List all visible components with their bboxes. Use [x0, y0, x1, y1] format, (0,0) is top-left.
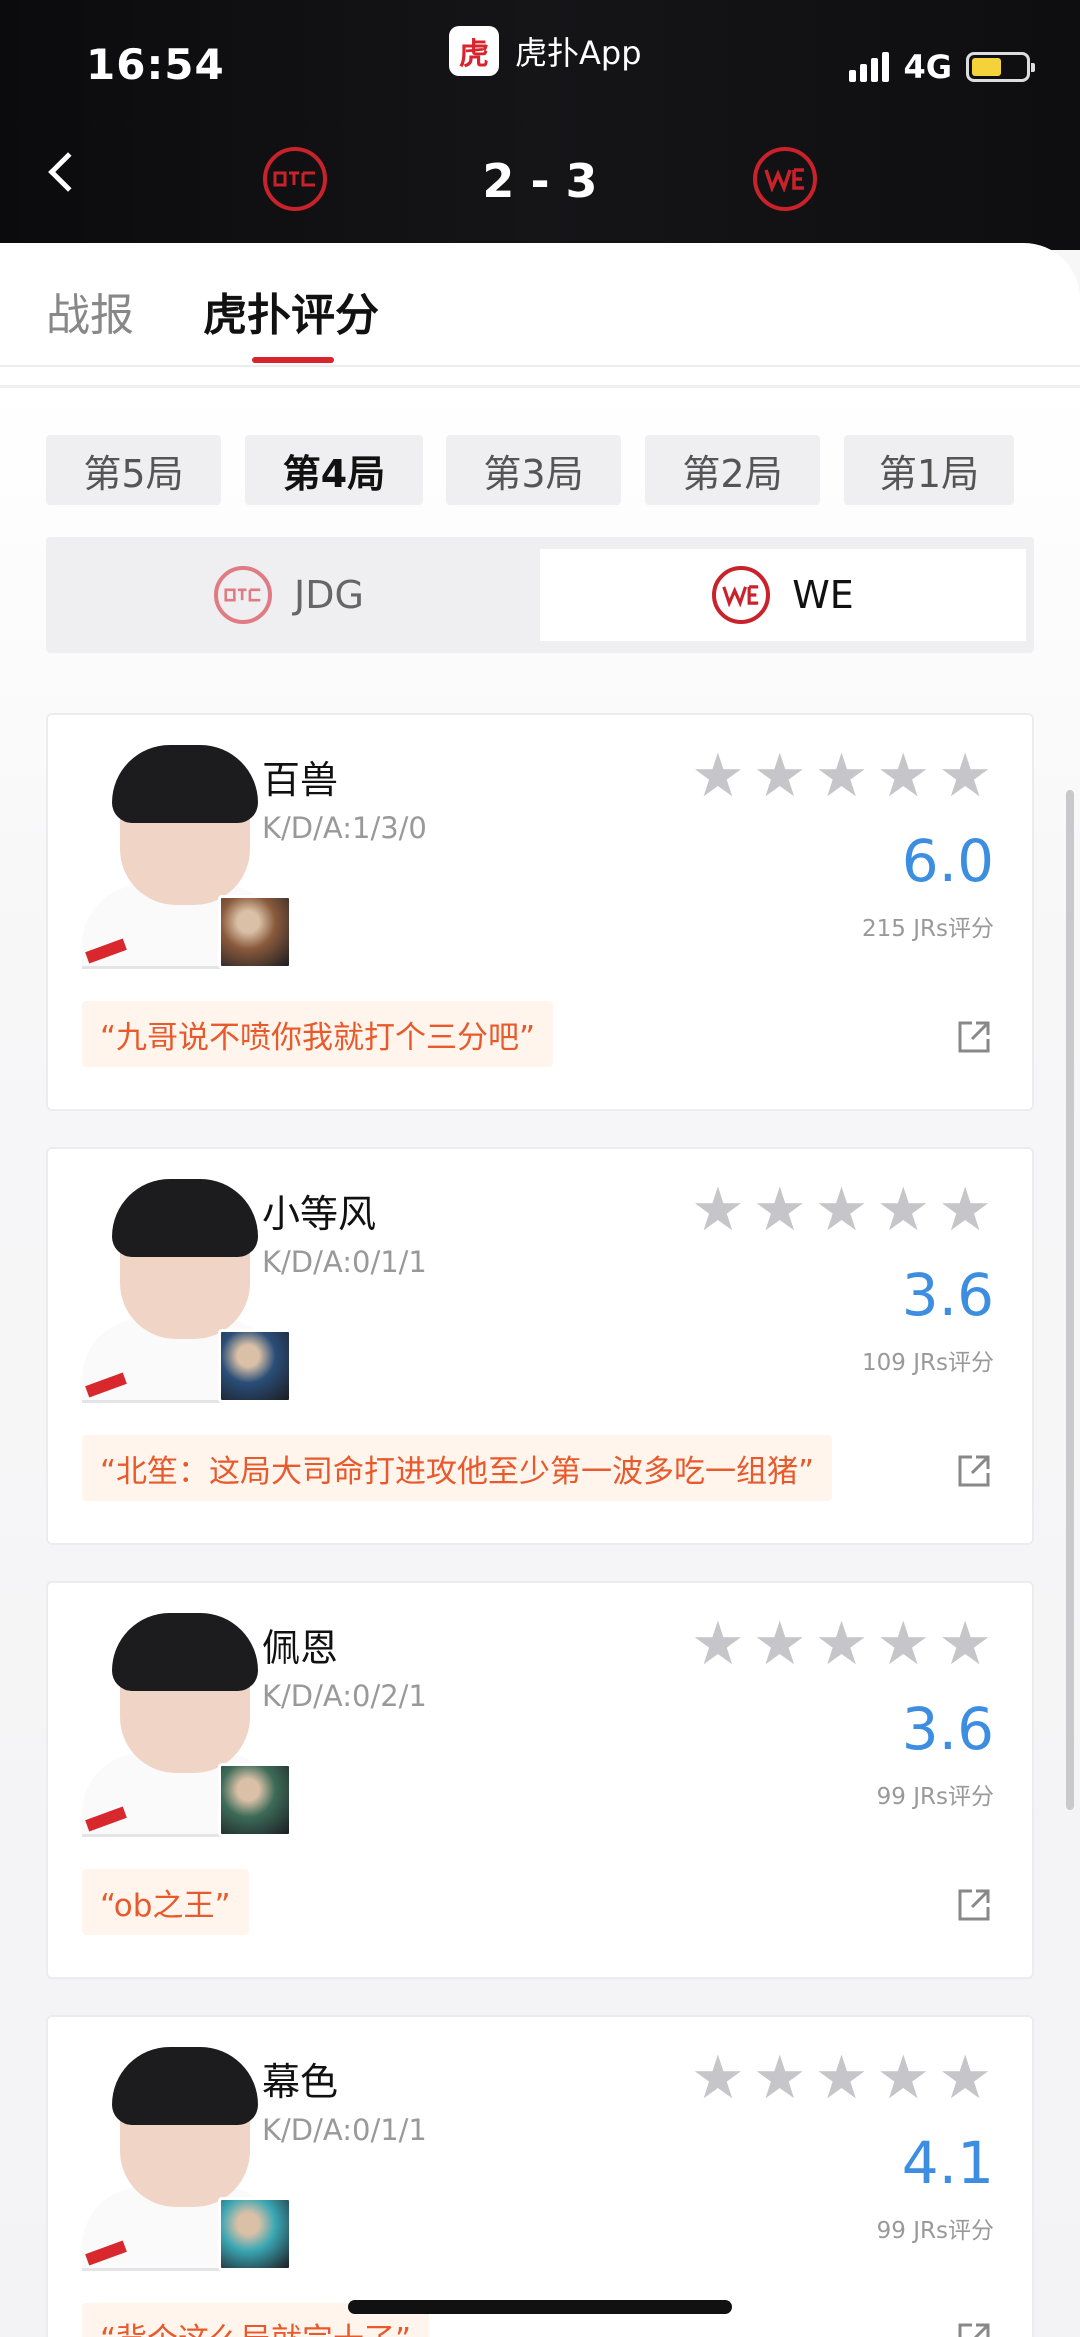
tab-report[interactable]: 战报 — [46, 279, 134, 343]
vote-count: 99 JRs评分 — [876, 2218, 994, 2244]
game-tab-1[interactable]: 第1局 — [844, 435, 1014, 505]
rating-stars[interactable]: ★ ★ ★ ★ ★ — [691, 1614, 992, 1674]
rating-stars[interactable]: ★ ★ ★ ★ ★ — [691, 746, 992, 806]
player-card-3[interactable]: 佩恩 K/D/A:0/2/1 ★ ★ ★ ★ ★ 3.6 99 JRs评分 “ob之王” — [46, 1581, 1034, 1979]
hupu-logo-icon: 虎 — [449, 26, 499, 76]
main-tabs: 战报 虎扑评分 — [0, 243, 1080, 367]
player-name: 佩恩 — [262, 1626, 339, 1670]
top-comment[interactable]: “北笙：这局大司命打进攻他至少第一波多吃一组猪” — [82, 1435, 833, 1501]
game-tab-4[interactable]: 第4局 — [245, 435, 423, 505]
rating-stars[interactable]: ★ ★ ★ ★ ★ — [691, 2048, 992, 2108]
player-rating: 6.0 — [901, 827, 994, 895]
player-card-4[interactable]: 幕色 K/D/A:0/1/1 ★★★★★ 4.1 99 JRs评分 “背个这么局… — [46, 2015, 1034, 2337]
app-badge[interactable]: 虎 虎扑App — [449, 26, 642, 76]
star-icon[interactable]: ★ — [938, 1614, 992, 1674]
player-card-2[interactable]: 小等风 K/D/A:0/1/1 ★ ★ ★ ★ ★ 3.6 109 JRs评分 “北笙：… — [46, 1147, 1034, 1545]
team-option-we[interactable]: WE — [540, 549, 1026, 641]
star-icon[interactable]: ★ — [753, 746, 807, 806]
share-icon[interactable] — [956, 1019, 992, 1055]
network-type: 4G — [903, 48, 952, 86]
game-tab-3[interactable]: 第3局 — [446, 435, 621, 505]
vote-count: 109 JRs评分 — [862, 1350, 994, 1376]
divider — [0, 385, 1080, 388]
tab-hupu-rating[interactable]: 虎扑评分 — [203, 279, 379, 343]
scrollbar[interactable] — [1066, 790, 1074, 1810]
top-comment[interactable]: “九哥说不喷你我就打个三分吧” — [82, 1001, 554, 1067]
star-icon[interactable]: ★ — [938, 1180, 992, 1240]
battery-icon — [966, 52, 1035, 82]
player-kda: K/D/A:0/1/1 — [262, 1245, 427, 1279]
match-header: 16:54 虎 虎扑App 4G 2 - 3 — [0, 0, 1080, 250]
team-switch: JDG WE — [46, 537, 1034, 653]
hero-icon — [218, 2197, 292, 2271]
team-option-label: WE — [792, 573, 854, 617]
star-icon[interactable]: ★ — [815, 1180, 869, 1240]
status-indicators: 4G — [849, 48, 1035, 86]
star-icon[interactable]: ★ — [815, 1614, 869, 1674]
star-icon[interactable]: ★ — [876, 1614, 930, 1674]
share-icon[interactable] — [956, 1453, 992, 1489]
home-indicator[interactable] — [348, 2300, 732, 2314]
game-tab-2[interactable]: 第2局 — [645, 435, 820, 505]
star-icon[interactable]: ★ — [815, 746, 869, 806]
rating-stars[interactable]: ★ ★ ★ ★ ★ — [691, 1180, 992, 1240]
team-option-label: JDG — [294, 573, 364, 617]
star-icon[interactable]: ★ — [753, 2048, 807, 2108]
hero-icon — [218, 895, 292, 969]
vote-count: 99 JRs评分 — [876, 1784, 994, 1810]
player-kda: K/D/A:1/3/0 — [262, 811, 427, 845]
star-icon[interactable]: ★ — [938, 746, 992, 806]
star-icon[interactable]: ★ — [876, 746, 930, 806]
player-rating: 3.6 — [901, 1261, 994, 1329]
app-name: 虎扑App — [515, 34, 642, 72]
team-option-jdg[interactable]: JDG — [46, 549, 532, 641]
hero-icon — [218, 1329, 292, 1403]
player-name: 小等风 — [262, 1192, 377, 1236]
vote-count: 215 JRs评分 — [862, 916, 994, 942]
star-icon[interactable]: ★ — [876, 1180, 930, 1240]
star-icon[interactable]: ★ — [938, 2048, 992, 2108]
status-time: 16:54 — [86, 40, 225, 89]
star-icon[interactable]: ★ — [753, 1180, 807, 1240]
game-selector: 第5局 第4局 第3局 第2局 第1局 — [0, 435, 1080, 505]
star-icon[interactable]: ★ — [691, 1614, 745, 1674]
star-icon[interactable]: ★ — [753, 1614, 807, 1674]
share-icon[interactable] — [956, 2321, 992, 2337]
we-logo-icon — [753, 147, 817, 211]
match-score: 2 - 3 — [482, 154, 598, 208]
star-icon[interactable]: ★ — [691, 1180, 745, 1240]
star-icon[interactable]: ★ — [691, 746, 745, 806]
player-rating: 3.6 — [901, 1695, 994, 1763]
player-kda: K/D/A:0/1/1 — [262, 2113, 427, 2147]
star-icon[interactable]: ★ — [876, 2048, 930, 2108]
player-kda: K/D/A:0/2/1 — [262, 1679, 427, 1713]
jdg-logo-icon — [214, 566, 273, 624]
player-name: 幕色 — [262, 2060, 339, 2104]
signal-icon — [849, 52, 890, 82]
player-rating: 4.1 — [901, 2129, 994, 2197]
we-logo-icon — [712, 566, 771, 624]
top-comment[interactable]: “ob之王” — [82, 1869, 249, 1935]
player-card-1[interactable]: 百兽 K/D/A:1/3/0 ★ ★ ★ ★ ★ 6.0 215 JRs评分 “九哥说不… — [46, 713, 1034, 1111]
active-tab-indicator — [252, 357, 334, 363]
star-icon[interactable]: ★ — [691, 2048, 745, 2108]
share-icon[interactable] — [956, 1887, 992, 1923]
hero-icon — [218, 1763, 292, 1837]
game-tab-5[interactable]: 第5局 — [46, 435, 221, 505]
star-icon[interactable]: ★ — [815, 2048, 869, 2108]
player-name: 百兽 — [262, 758, 339, 802]
